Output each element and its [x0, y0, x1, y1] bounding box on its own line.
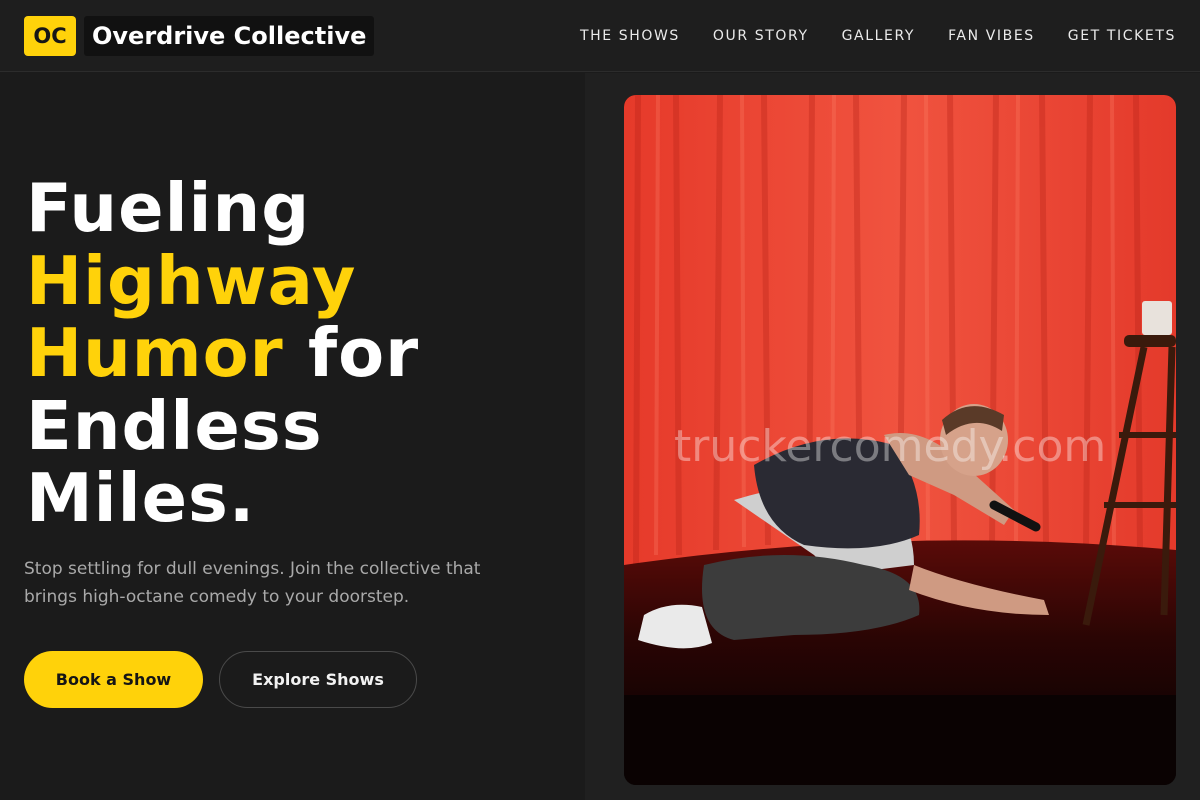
nav-fan-vibes[interactable]: FAN VIBES	[948, 28, 1035, 44]
logo-badge[interactable]: OC	[24, 16, 76, 56]
nav-gallery[interactable]: GALLERY	[842, 28, 915, 44]
hero-subtext: Stop settling for dull evenings. Join th…	[24, 559, 481, 607]
mug-icon	[1142, 301, 1172, 335]
brand[interactable]: OC Overdrive Collective	[24, 16, 375, 56]
nav-get-tickets[interactable]: GET TICKETS	[1068, 28, 1176, 44]
headline-line-fueling: Fueling	[26, 169, 311, 247]
headline-accent-humor: Humor	[26, 314, 284, 392]
headline-line-endless: Endless	[26, 386, 323, 465]
hero-headline: Fueling Highway Humor for Endless Miles.	[26, 172, 586, 535]
headline-word-for: for	[308, 314, 420, 392]
hero-photo-comedian-on-stage: truckercomedy.com	[624, 95, 1176, 785]
stage-edge-shadow	[624, 695, 1176, 785]
explore-shows-button[interactable]: Explore Shows	[219, 651, 417, 708]
headline-accent-highway: Highway	[26, 241, 357, 320]
nav-our-story[interactable]: OUR STORY	[713, 28, 809, 44]
top-navigation-bar: OC Overdrive Collective THE SHOWS OUR ST…	[0, 0, 1200, 72]
book-show-button[interactable]: Book a Show	[24, 651, 203, 708]
nav-the-shows[interactable]: THE SHOWS	[580, 28, 680, 44]
main-nav: THE SHOWS OUR STORY GALLERY FAN VIBES GE…	[580, 0, 1176, 72]
stage-illustration: truckercomedy.com	[624, 95, 1176, 785]
photo-watermark: truckercomedy.com	[674, 421, 1106, 472]
brand-name[interactable]: Overdrive Collective	[84, 16, 375, 56]
headline-line-miles: Miles.	[26, 459, 256, 537]
